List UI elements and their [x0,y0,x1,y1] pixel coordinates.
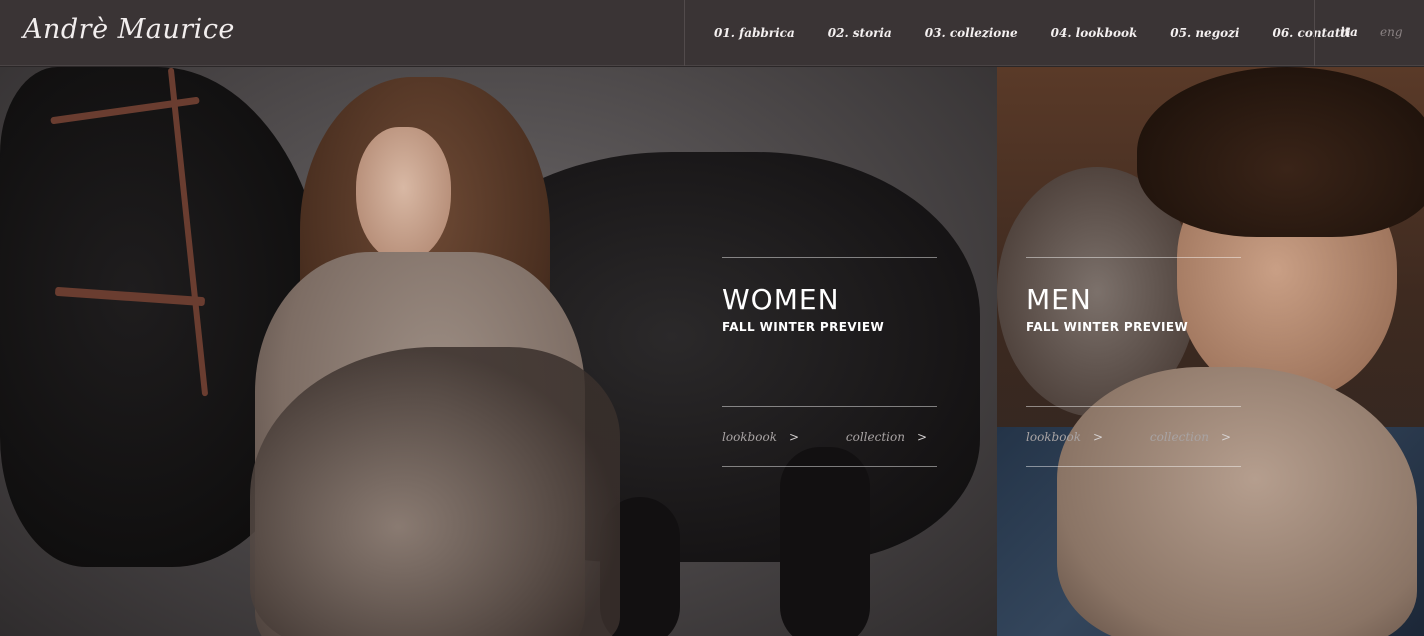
nav-storia[interactable]: 02. storia [828,26,892,40]
link-label: lookbook [1026,429,1081,444]
women-links: lookbook > collection > [722,407,937,466]
nav-negozi[interactable]: 05. negozi [1170,26,1239,40]
language-eng-link[interactable]: eng [1380,25,1403,39]
nav-lookbook[interactable]: 04. lookbook [1051,26,1138,40]
link-label: collection [1149,429,1209,444]
divider-line [722,466,937,467]
men-title[interactable]: MEN [1026,285,1241,315]
women-lookbook-link[interactable]: lookbook > [722,430,799,444]
chevron-right-icon: > [1092,429,1104,444]
header-divider [684,0,685,66]
main-nav: 01. fabbrica 02. storia 03. collezione 0… [714,0,1351,66]
men-subtitle: FALL WINTER PREVIEW [1026,320,1189,334]
link-label: lookbook [722,429,777,444]
nav-contatti[interactable]: 06. contatti [1272,26,1350,40]
divider-line [1026,466,1241,467]
chevron-right-icon: > [1220,429,1231,444]
women-title[interactable]: WOMEN [722,285,937,315]
horse-leg [780,447,870,636]
nav-collezione[interactable]: 03. collezione [925,26,1018,40]
header-divider [1314,0,1315,66]
chevron-right-icon: > [788,429,800,444]
site-header: Andrè Maurice 01. fabbrica 02. storia 03… [0,0,1424,66]
nav-fabbrica[interactable]: 01. fabbrica [714,26,795,40]
brand-logo[interactable]: Andrè Maurice [23,14,235,45]
divider-line [722,257,937,258]
women-collection-link[interactable]: collection > [846,430,927,444]
divider-line [1026,257,1241,258]
language-ita-link[interactable]: ita [1340,25,1358,39]
woman-face [356,127,451,262]
woman-fur-stole [250,347,620,636]
men-collection-link[interactable]: collection > [1150,430,1231,444]
link-label: collection [845,429,905,444]
men-links: lookbook > collection > [1026,407,1241,466]
men-overlay: MEN FALL WINTER PREVIEW lookbook > collec… [1026,257,1241,467]
women-overlay: WOMEN FALL WINTER PREVIEW lookbook > coll… [722,257,937,467]
chevron-right-icon: > [916,429,927,444]
women-subtitle: FALL WINTER PREVIEW [722,320,885,334]
men-lookbook-link[interactable]: lookbook > [1026,430,1103,444]
man-hair [1137,67,1424,237]
